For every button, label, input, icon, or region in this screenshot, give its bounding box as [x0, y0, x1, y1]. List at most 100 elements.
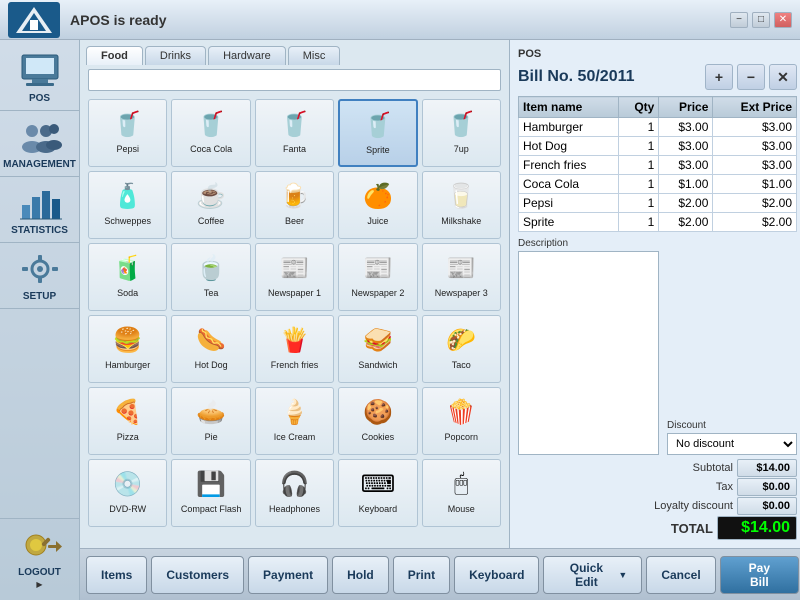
- item-newspaper3[interactable]: 📰 Newspaper 3: [422, 243, 501, 311]
- item-pie[interactable]: 🥧 Pie: [171, 387, 250, 455]
- delete-item-button[interactable]: ✕: [769, 64, 797, 90]
- item-hotdog[interactable]: 🌭 Hot Dog: [171, 315, 250, 383]
- tab-food[interactable]: Food: [86, 46, 143, 65]
- item-sandwich[interactable]: 🥪 Sandwich: [338, 315, 417, 383]
- sidebar-item-statistics[interactable]: STATISTICS: [0, 177, 79, 243]
- items-search-input[interactable]: [88, 69, 501, 91]
- item-dvdrw[interactable]: 💿 DVD-RW: [88, 459, 167, 527]
- main-container: POS MANAGEMENT: [0, 40, 800, 600]
- bill-item-qty: 1: [619, 137, 659, 156]
- bill-item-ext-price: $2.00: [713, 213, 797, 232]
- item-label-compactflash: Compact Flash: [181, 504, 242, 515]
- bill-item-name: French fries: [519, 156, 619, 175]
- subtract-quantity-button[interactable]: −: [737, 64, 765, 90]
- tab-drinks[interactable]: Drinks: [145, 46, 206, 65]
- item-popcorn[interactable]: 🍿 Popcorn: [422, 387, 501, 455]
- item-compactflash[interactable]: 💾 Compact Flash: [171, 459, 250, 527]
- item-label-popcorn: Popcorn: [445, 432, 479, 443]
- item-icon-7up: 🥤: [441, 104, 481, 144]
- items-grid: 🥤 Pepsi 🥤 Coca Cola 🥤 Fanta 🥤 Sprite 🥤 7…: [80, 95, 509, 548]
- item-coca-cola[interactable]: 🥤 Coca Cola: [171, 99, 250, 167]
- app-logo: [8, 2, 60, 38]
- item-icon-soda: 🧃: [108, 248, 148, 288]
- description-area: Description: [518, 238, 659, 455]
- management-icon: [16, 117, 64, 157]
- item-juice[interactable]: 🍊 Juice: [338, 171, 417, 239]
- bill-item-ext-price: $3.00: [713, 118, 797, 137]
- table-row[interactable]: Hamburger 1 $3.00 $3.00: [519, 118, 797, 137]
- maximize-button[interactable]: □: [752, 12, 770, 28]
- item-icecream[interactable]: 🍦 Ice Cream: [255, 387, 334, 455]
- table-row[interactable]: French fries 1 $3.00 $3.00: [519, 156, 797, 175]
- table-row[interactable]: Pepsi 1 $2.00 $2.00: [519, 194, 797, 213]
- subtotal-value: $14.00: [737, 459, 797, 477]
- item-frenchfries[interactable]: 🍟 French fries: [255, 315, 334, 383]
- bill-item-name: Hot Dog: [519, 137, 619, 156]
- discount-select[interactable]: No discount: [667, 433, 797, 455]
- item-icon-newspaper2: 📰: [358, 248, 398, 288]
- keyboard-button[interactable]: Keyboard: [454, 556, 539, 594]
- item-newspaper1[interactable]: 📰 Newspaper 1: [255, 243, 334, 311]
- bill-item-price: $2.00: [659, 194, 713, 213]
- sidebar-pos-label: POS: [29, 93, 50, 104]
- hold-button[interactable]: Hold: [332, 556, 389, 594]
- bill-number: Bill No. 50/2011: [518, 68, 635, 86]
- tab-misc[interactable]: Misc: [288, 46, 341, 65]
- item-icon-sprite: 🥤: [358, 105, 398, 145]
- item-7up[interactable]: 🥤 7up: [422, 99, 501, 167]
- table-row[interactable]: Hot Dog 1 $3.00 $3.00: [519, 137, 797, 156]
- pos-section-title: POS: [518, 48, 797, 60]
- item-hamburger[interactable]: 🍔 Hamburger: [88, 315, 167, 383]
- sidebar-item-pos[interactable]: POS: [0, 45, 79, 111]
- item-tea[interactable]: 🍵 Tea: [171, 243, 250, 311]
- item-pizza[interactable]: 🍕 Pizza: [88, 387, 167, 455]
- item-mouse[interactable]: 🖱 Mouse: [422, 459, 501, 527]
- item-newspaper2[interactable]: 📰 Newspaper 2: [338, 243, 417, 311]
- item-coffee[interactable]: ☕ Coffee: [171, 171, 250, 239]
- item-label-schweppes: Schweppes: [104, 216, 151, 227]
- item-icon-fanta: 🥤: [274, 104, 314, 144]
- tab-hardware[interactable]: Hardware: [208, 46, 286, 65]
- minimize-button[interactable]: −: [730, 12, 748, 28]
- close-button[interactable]: ✕: [774, 12, 792, 28]
- item-pepsi[interactable]: 🥤 Pepsi: [88, 99, 167, 167]
- bill-item-qty: 1: [619, 213, 659, 232]
- table-row[interactable]: Sprite 1 $2.00 $2.00: [519, 213, 797, 232]
- item-keyboard[interactable]: ⌨ Keyboard: [338, 459, 417, 527]
- item-label-7up: 7up: [454, 144, 469, 155]
- item-taco[interactable]: 🌮 Taco: [422, 315, 501, 383]
- item-icon-icecream: 🍦: [274, 392, 314, 432]
- sidebar-item-management[interactable]: MANAGEMENT: [0, 111, 79, 177]
- item-milkshake[interactable]: 🥛 Milkshake: [422, 171, 501, 239]
- item-label-newspaper2: Newspaper 2: [351, 288, 404, 299]
- item-sprite[interactable]: 🥤 Sprite: [338, 99, 417, 167]
- item-label-icecream: Ice Cream: [274, 432, 316, 443]
- item-soda[interactable]: 🧃 Soda: [88, 243, 167, 311]
- payment-button[interactable]: Payment: [248, 556, 328, 594]
- item-fanta[interactable]: 🥤 Fanta: [255, 99, 334, 167]
- pay-bill-button[interactable]: Pay Bill: [720, 556, 799, 594]
- item-icon-tea: 🍵: [191, 248, 231, 288]
- items-tabs: Food Drinks Hardware Misc: [80, 40, 509, 65]
- bill-item-ext-price: $1.00: [713, 175, 797, 194]
- sidebar-item-logout[interactable]: LOGOUT ▶: [0, 518, 79, 595]
- description-textarea[interactable]: [518, 251, 659, 455]
- item-cookies[interactable]: 🍪 Cookies: [338, 387, 417, 455]
- item-schweppes[interactable]: 🧴 Schweppes: [88, 171, 167, 239]
- items-button[interactable]: Items: [86, 556, 147, 594]
- sidebar-item-setup[interactable]: SETUP: [0, 243, 79, 309]
- quick-edit-button[interactable]: Quick Edit ▼: [543, 556, 642, 594]
- item-label-tea: Tea: [204, 288, 219, 299]
- cancel-button[interactable]: Cancel: [646, 556, 715, 594]
- desc-discount-area: Description Discount No discount: [518, 238, 797, 455]
- table-row[interactable]: Coca Cola 1 $1.00 $1.00: [519, 175, 797, 194]
- item-beer[interactable]: 🍺 Beer: [255, 171, 334, 239]
- print-button[interactable]: Print: [393, 556, 450, 594]
- add-quantity-button[interactable]: +: [705, 64, 733, 90]
- bill-item-ext-price: $3.00: [713, 156, 797, 175]
- col-item-name: Item name: [519, 97, 619, 118]
- tax-row: Tax $0.00: [518, 478, 797, 496]
- loyalty-discount-row: Loyalty discount $0.00: [518, 497, 797, 515]
- customers-button[interactable]: Customers: [151, 556, 244, 594]
- item-headphones[interactable]: 🎧 Headphones: [255, 459, 334, 527]
